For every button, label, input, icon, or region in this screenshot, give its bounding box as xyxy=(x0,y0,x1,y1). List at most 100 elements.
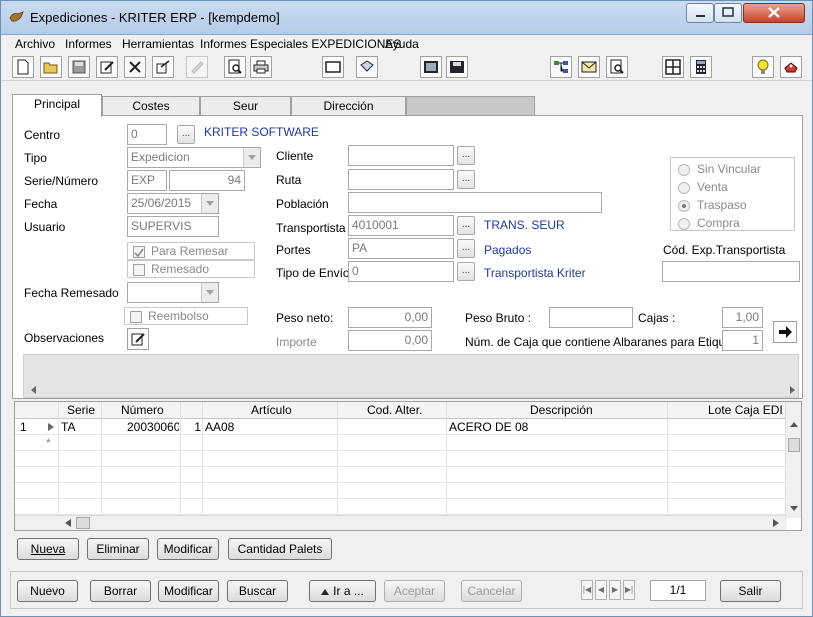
buscar-button[interactable]: Buscar xyxy=(227,580,288,602)
grid-horizontal-scrollbar[interactable] xyxy=(15,515,787,530)
open-button[interactable] xyxy=(40,56,62,78)
tab-costes[interactable]: Costes xyxy=(102,96,200,115)
tipo-dropdown-arrow[interactable] xyxy=(243,148,260,167)
print-button[interactable] xyxy=(250,56,272,78)
prev-record-button[interactable]: ◀ xyxy=(595,580,607,600)
print-preview-button[interactable] xyxy=(224,56,246,78)
scroll-up-icon[interactable] xyxy=(790,422,798,427)
scroll-right-icon[interactable] xyxy=(773,519,779,527)
menu-informes-especiales[interactable]: Informes Especiales EXPEDICIONES xyxy=(200,37,401,51)
peso-neto-field[interactable]: 0,00 xyxy=(348,307,432,328)
edit-toolbar-button[interactable] xyxy=(96,56,118,78)
remesado-checkbox[interactable]: Remesado xyxy=(127,260,255,278)
next-record-button[interactable]: ▶ xyxy=(609,580,621,600)
close-button[interactable] xyxy=(743,3,805,23)
fecha-dropdown-arrow[interactable] xyxy=(201,194,218,213)
nueva-linea-button[interactable]: Nueva xyxy=(17,538,79,560)
cliente-field[interactable] xyxy=(348,145,454,166)
scroll-right-icon[interactable] xyxy=(788,386,796,394)
cod-exp-transportista-field[interactable] xyxy=(662,261,800,282)
next-arrow-button[interactable] xyxy=(773,321,797,343)
radio-traspaso[interactable]: Traspaso xyxy=(678,198,788,214)
cell-numero[interactable]: 20030060 xyxy=(127,419,179,435)
cell-articulo[interactable]: AA08 xyxy=(205,419,335,435)
poblacion-field[interactable] xyxy=(348,192,602,213)
menu-archivo[interactable]: Archivo xyxy=(15,37,55,51)
portes-field[interactable]: PA xyxy=(348,238,454,259)
tipo-envio-lookup-button[interactable]: ... xyxy=(457,262,475,281)
menu-informes[interactable]: Informes xyxy=(65,37,112,51)
transportista-field[interactable]: 4010001 xyxy=(348,215,454,236)
centro-field[interactable]: 0 xyxy=(127,124,167,145)
grid-vertical-scrollbar[interactable] xyxy=(785,402,801,518)
maximize-button[interactable] xyxy=(714,3,742,23)
eliminar-linea-button[interactable]: Eliminar xyxy=(87,538,149,560)
window-toolbar-button[interactable] xyxy=(322,56,344,78)
scroll-thumb[interactable] xyxy=(788,438,800,452)
save-toolbar-button[interactable] xyxy=(68,56,90,78)
cell-serie[interactable]: TA xyxy=(61,419,99,435)
cancelar-button[interactable]: Cancelar xyxy=(461,580,522,602)
search-doc-button[interactable] xyxy=(606,56,628,78)
calculator-grid-button[interactable] xyxy=(420,56,442,78)
cell-lote[interactable] xyxy=(670,419,785,435)
cliente-lookup-button[interactable]: ... xyxy=(457,146,475,165)
new-button[interactable] xyxy=(12,56,34,78)
first-record-button[interactable]: |◀ xyxy=(581,580,593,600)
ruta-field[interactable] xyxy=(348,169,454,190)
modificar-button[interactable]: Modificar xyxy=(158,580,219,602)
tab-direccion[interactable]: Dirección xyxy=(291,96,406,115)
para-remesar-checkbox[interactable]: Para Remesar xyxy=(127,242,255,260)
new-table-row[interactable]: * xyxy=(15,435,787,451)
cantidad-palets-button[interactable]: Cantidad Palets xyxy=(228,538,332,560)
cell-articulo-linea[interactable]: 1 xyxy=(185,419,201,435)
disabled-toolbar-button[interactable] xyxy=(186,56,208,78)
scroll-down-icon[interactable] xyxy=(790,506,798,511)
last-record-button[interactable]: ▶| xyxy=(623,580,635,600)
mail-toolbar-button[interactable] xyxy=(578,56,600,78)
menu-herramientas[interactable]: Herramientas xyxy=(122,37,194,51)
tips-button[interactable] xyxy=(752,56,774,78)
fecha-remesado-dropdown-arrow[interactable] xyxy=(201,283,218,302)
modificar-linea-button[interactable]: Modificar xyxy=(157,538,219,560)
tipo-envio-field[interactable]: 0 xyxy=(348,261,454,282)
radio-compra[interactable]: Compra xyxy=(678,216,788,232)
radio-venta[interactable]: Venta xyxy=(678,180,788,196)
paste-toolbar-button[interactable] xyxy=(356,56,378,78)
serie-field[interactable]: EXP xyxy=(127,170,167,191)
menu-ayuda[interactable]: Ayuda xyxy=(385,37,419,51)
ruta-lookup-button[interactable]: ... xyxy=(457,170,475,189)
column-header-articulo[interactable]: Artículo xyxy=(251,402,311,418)
reembolso-checkbox[interactable]: Reembolso xyxy=(124,307,248,325)
cell-descripcion[interactable]: ACERO DE 08 xyxy=(449,419,664,435)
cajas-field[interactable]: 1,00 xyxy=(722,307,763,328)
importe-field[interactable]: 0,00 xyxy=(348,330,432,351)
calculator-button[interactable] xyxy=(690,56,712,78)
num-caja-field[interactable]: 1 xyxy=(722,330,763,351)
column-header-cod-alter[interactable]: Cod. Alter. xyxy=(367,402,437,418)
title-bar[interactable]: Expediciones - KRITER ERP - [kempdemo] xyxy=(1,1,812,35)
usuario-field[interactable]: SUPERVIS xyxy=(127,216,219,237)
nuevo-button[interactable]: Nuevo xyxy=(17,580,78,602)
fecha-field[interactable]: 25/06/2015 xyxy=(127,193,219,214)
centro-lookup-button[interactable]: ... xyxy=(177,125,195,144)
scroll-left-icon[interactable] xyxy=(65,519,71,527)
scroll-thumb[interactable] xyxy=(76,517,90,529)
delete-toolbar-button[interactable] xyxy=(124,56,146,78)
minimize-button[interactable] xyxy=(686,3,714,23)
column-header-numero[interactable]: Número xyxy=(121,402,181,418)
column-header-serie[interactable]: Serie xyxy=(67,402,97,418)
scroll-left-icon[interactable] xyxy=(30,386,38,394)
peso-bruto-field[interactable] xyxy=(549,307,633,328)
radio-sin-vincular[interactable]: Sin Vincular xyxy=(678,162,788,178)
column-header-lote[interactable]: Lote Caja EDI xyxy=(708,402,788,418)
help-button[interactable] xyxy=(780,56,802,78)
observaciones-button[interactable] xyxy=(127,328,149,350)
grid-toolbar-button[interactable] xyxy=(662,56,684,78)
transportista-lookup-button[interactable]: ... xyxy=(457,216,475,235)
tipo-select[interactable]: Expedicion xyxy=(127,147,261,168)
numero-field[interactable]: 94 xyxy=(169,170,245,191)
tab-principal[interactable]: Principal xyxy=(12,94,102,117)
cell-cod-alter[interactable] xyxy=(340,419,444,435)
tree-toolbar-button[interactable] xyxy=(550,56,572,78)
